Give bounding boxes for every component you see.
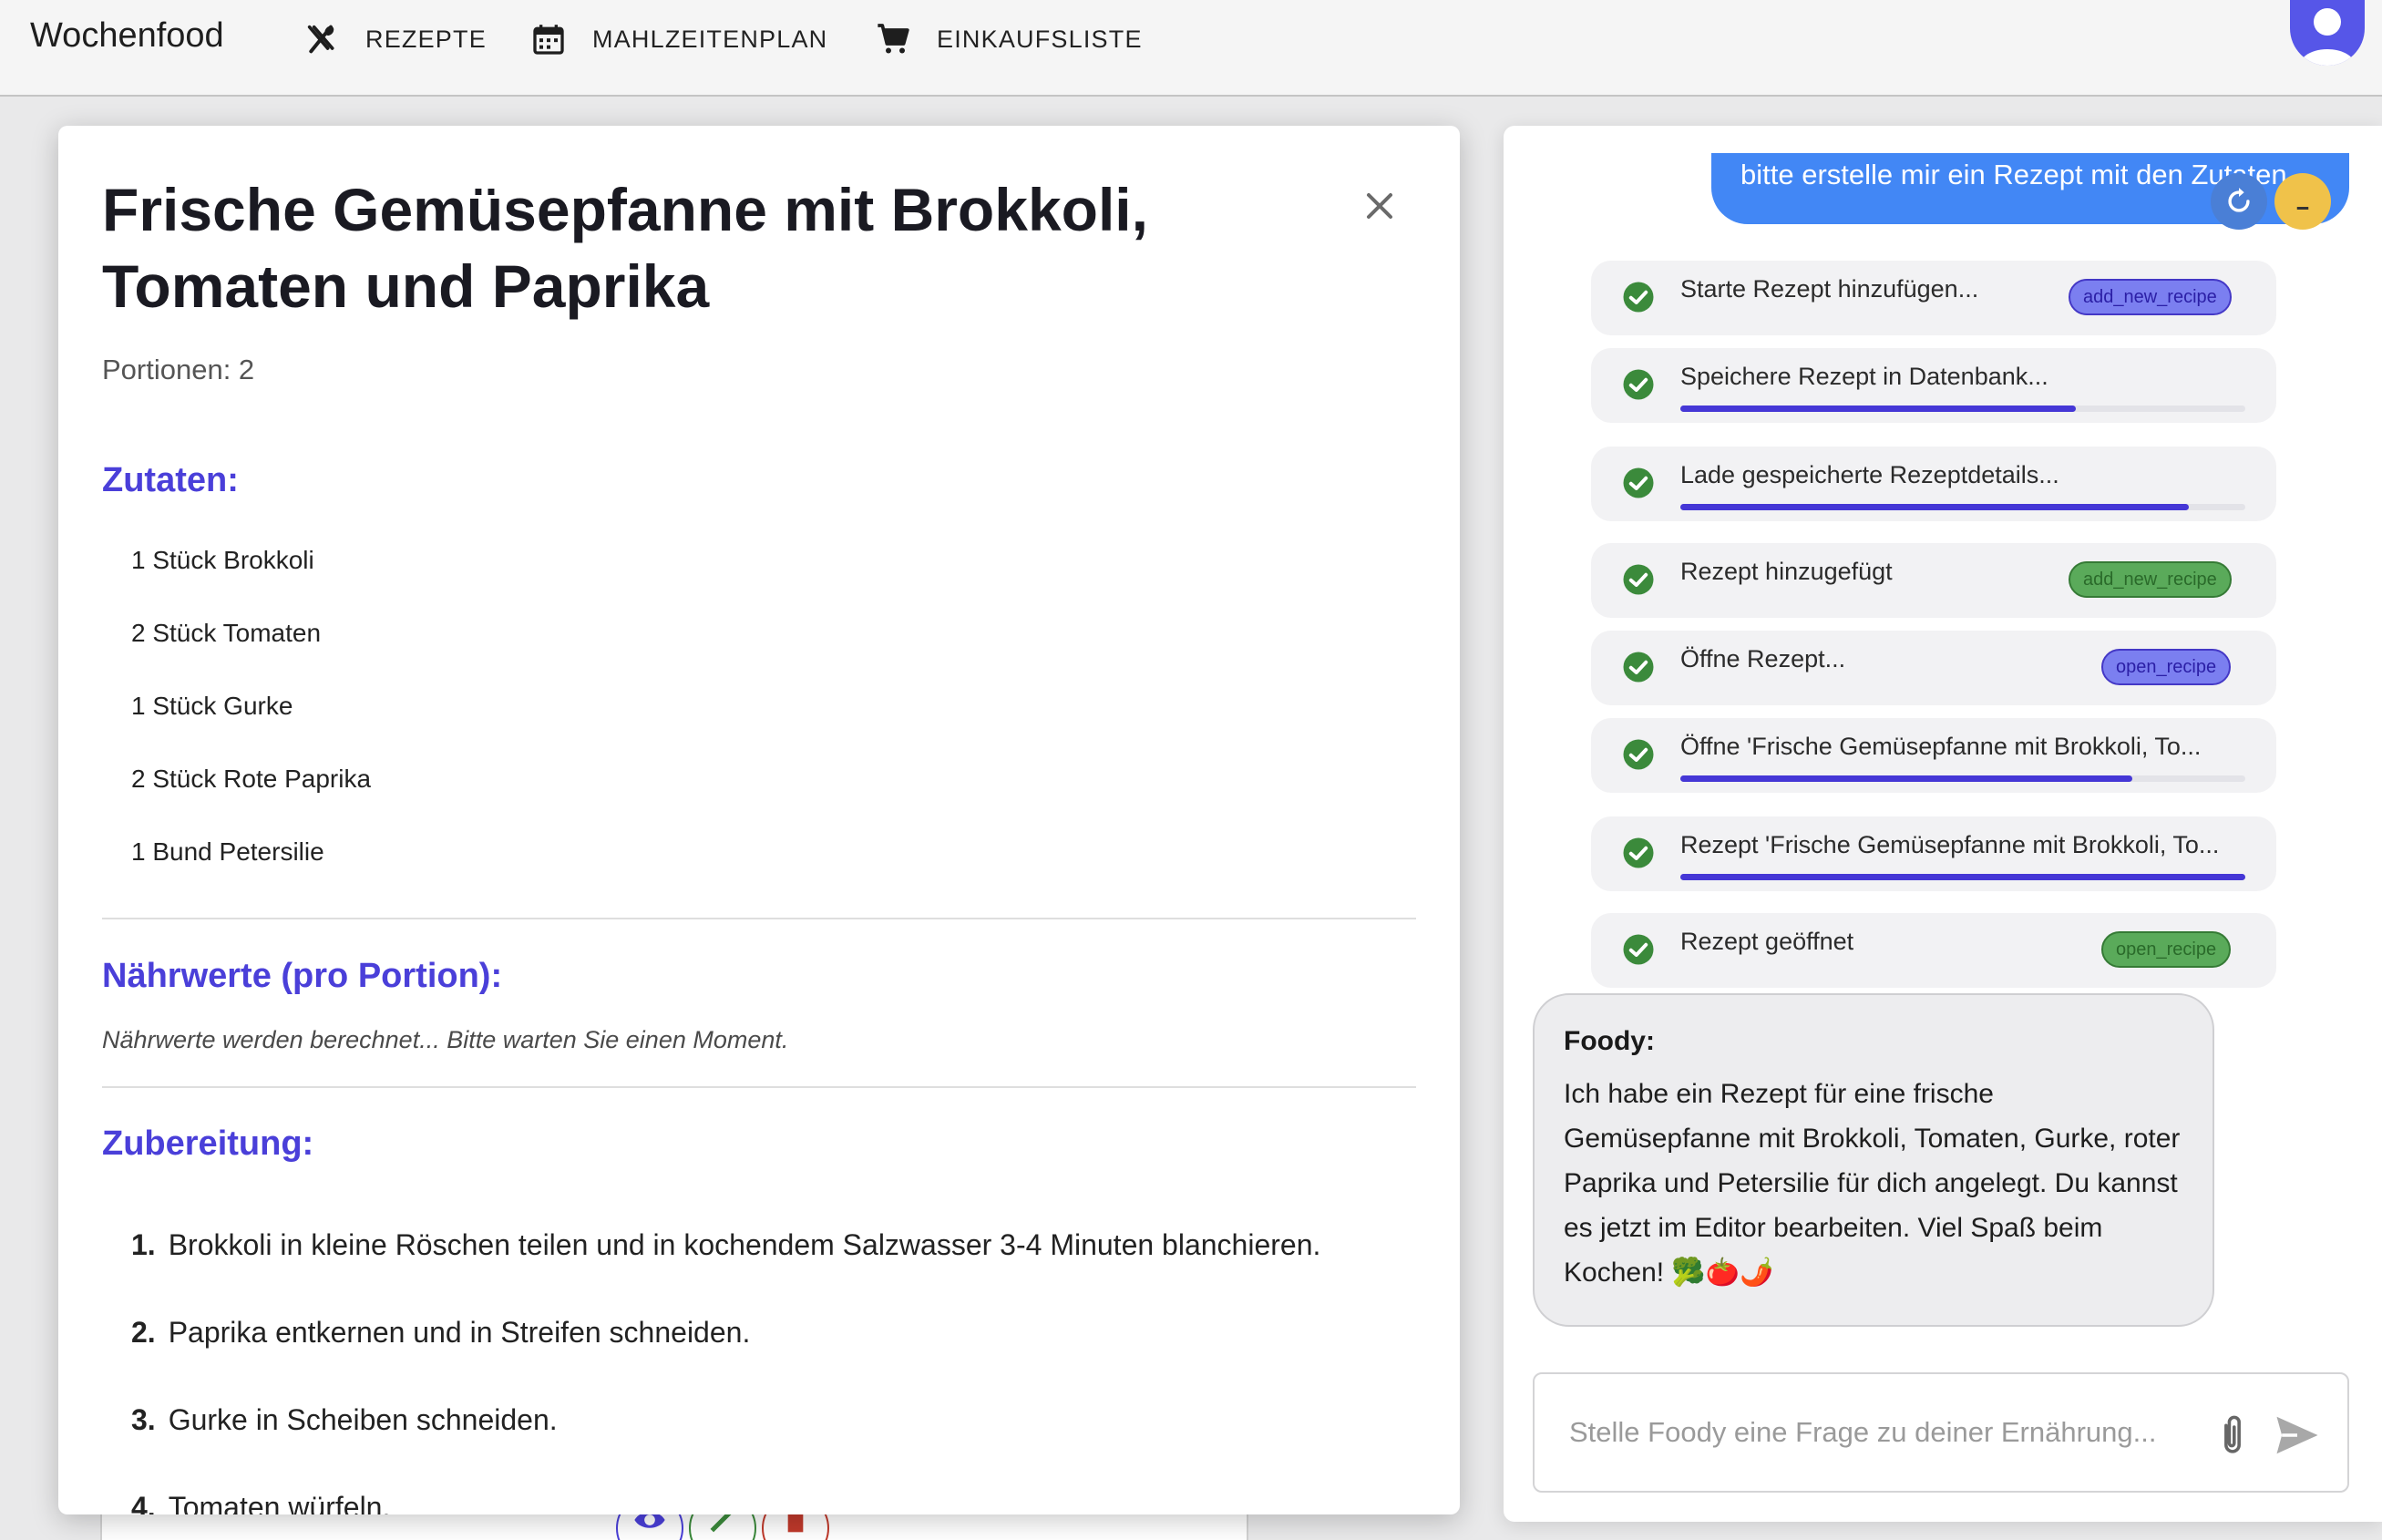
user-icon: [2299, 8, 2356, 66]
progress-fill: [1680, 874, 2245, 880]
minimize-icon: [2296, 207, 2309, 210]
portions-label: Portionen: 2: [102, 354, 255, 385]
check-circle-icon: [1623, 282, 1654, 313]
assistant-chat-panel: bitte erstelle mir ein Rezept mit den Zu…: [1504, 126, 2382, 1522]
recipe-title: Frische Gemüsepfanne mit Brokkoli, Tomat…: [102, 176, 1148, 320]
preparation-step: 2. Paprika entkernen und in Streifen schn…: [131, 1316, 750, 1350]
nav-item-mahlzeitenplan[interactable]: MAHLZEITENPLAN: [530, 20, 827, 58]
close-modal-button[interactable]: [1352, 179, 1407, 233]
top-navigation-bar: Wochenfood REZEPTE MAHLZEITENPLAN EINKAU…: [0, 0, 2382, 97]
step-number: 1.: [131, 1228, 156, 1261]
chat-input[interactable]: [1569, 1405, 2189, 1460]
check-circle-icon: [1623, 837, 1654, 868]
step-text: Paprika entkernen und in Streifen schnei…: [168, 1316, 751, 1349]
nutrition-loading-note: Nährwerte werden berechnet... Bitte wart…: [102, 1026, 789, 1053]
step-label: Öffne Rezept...: [1680, 645, 1846, 672]
nav-label-rezepte: REZEPTE: [365, 25, 487, 53]
step-label: Rezept hinzugefügt: [1680, 558, 1893, 585]
user-avatar[interactable]: [2290, 0, 2365, 66]
nav-item-einkaufsliste[interactable]: EINKAUFSLISTE: [875, 20, 1143, 58]
step-label: Öffne 'Frische Gemüsepfanne mit Brokkoli…: [1680, 733, 2202, 760]
check-circle-icon: [1623, 934, 1654, 965]
paperclip-icon[interactable]: [2213, 1412, 2253, 1458]
close-icon: [1367, 193, 1392, 219]
restart-button[interactable]: [2211, 173, 2267, 230]
action-step-card: Rezept hinzugefügt add_new_recipe: [1591, 543, 2276, 618]
step-label: Rezept 'Frische Gemüsepfanne mit Brokkol…: [1680, 831, 2220, 858]
step-number: 2.: [131, 1316, 156, 1349]
action-step-card: Starte Rezept hinzufügen... add_new_reci…: [1591, 261, 2276, 335]
step-label: Starte Rezept hinzufügen...: [1680, 275, 1979, 303]
nav-label-einkaufsliste: EINKAUFSLISTE: [937, 25, 1143, 53]
ingredient-item: 1 Bund Petersilie: [131, 837, 324, 866]
step-label: Rezept geöffnet: [1680, 928, 1854, 955]
step-text: Tomaten würfeln.: [168, 1491, 391, 1514]
step-label: Speichere Rezept in Datenbank...: [1680, 363, 2048, 390]
chat-input-container: [1533, 1372, 2349, 1493]
progress-bar: [1680, 874, 2245, 880]
progress-bar: [1680, 504, 2245, 510]
progress-bar: [1680, 775, 2245, 782]
progress-fill: [1680, 406, 2076, 412]
nav-label-mahlzeitenplan: MAHLZEITENPLAN: [592, 25, 828, 53]
action-step-card: Lade gespeicherte Rezeptdetails...: [1591, 447, 2276, 521]
refresh-icon: [2228, 188, 2250, 212]
tool-tag: add_new_recipe: [2069, 561, 2232, 598]
recipe-detail-modal: Frische Gemüsepfanne mit Brokkoli, Tomat…: [58, 126, 1460, 1514]
step-text: Brokkoli in kleine Röschen teilen und in…: [168, 1228, 1321, 1261]
step-text: Gurke in Scheiben schneiden.: [168, 1403, 558, 1436]
check-circle-icon: [1623, 652, 1654, 683]
preparation-step: 1. Brokkoli in kleine Röschen teilen und …: [131, 1228, 1320, 1262]
nav-item-rezepte[interactable]: REZEPTE: [303, 20, 487, 58]
step-number: 3.: [131, 1403, 156, 1436]
fork-knife-icon: [307, 25, 334, 54]
progress-fill: [1680, 504, 2189, 510]
action-step-card: Rezept 'Frische Gemüsepfanne mit Brokkol…: [1591, 816, 2276, 891]
progress-bar: [1680, 406, 2245, 412]
preparation-step: 3. Gurke in Scheiben schneiden.: [131, 1403, 558, 1437]
tool-tag: open_recipe: [2101, 649, 2232, 685]
step-number: 4.: [131, 1491, 156, 1514]
check-circle-icon: [1623, 467, 1654, 498]
preparation-heading: Zubereitung:: [102, 1124, 314, 1163]
tool-tag: add_new_recipe: [2069, 279, 2232, 315]
action-step-card: Speichere Rezept in Datenbank...: [1591, 348, 2276, 423]
ingredient-item: 2 Stück Rote Paprika: [131, 765, 372, 793]
check-circle-icon: [1623, 739, 1654, 770]
calendar-icon: [533, 25, 564, 55]
ingredient-item: 2 Stück Tomaten: [131, 619, 322, 647]
progress-fill: [1680, 775, 2132, 782]
action-step-card: Rezept geöffnet open_recipe: [1591, 913, 2276, 988]
assistant-message-text: Ich habe ein Rezept für eine frische Gem…: [1564, 1079, 2181, 1288]
shopping-cart-icon: [878, 24, 909, 54]
minimize-button[interactable]: [2274, 173, 2331, 230]
section-divider: [102, 1086, 1416, 1088]
check-circle-icon: [1623, 564, 1654, 595]
check-circle-icon: [1623, 369, 1654, 400]
ingredient-item: 1 Stück Brokkoli: [131, 546, 314, 574]
step-label: Lade gespeicherte Rezeptdetails...: [1680, 461, 2059, 488]
app-title[interactable]: Wochenfood: [30, 16, 224, 56]
action-step-card: Öffne Rezept... open_recipe: [1591, 631, 2276, 705]
assistant-name: Foody:: [1564, 1026, 1655, 1056]
ingredients-heading: Zutaten:: [102, 461, 239, 499]
send-icon[interactable]: [2273, 1411, 2322, 1460]
assistant-message-bubble: Foody: Ich habe ein Rezept für eine fris…: [1533, 993, 2214, 1327]
ingredient-item: 1 Stück Gurke: [131, 692, 293, 720]
nutrition-heading: Nährwerte (pro Portion):: [102, 957, 503, 995]
preparation-step: 4. Tomaten würfeln.: [131, 1491, 390, 1514]
section-divider: [102, 918, 1416, 919]
action-step-card: Öffne 'Frische Gemüsepfanne mit Brokkoli…: [1591, 718, 2276, 793]
tool-tag: open_recipe: [2101, 931, 2232, 968]
